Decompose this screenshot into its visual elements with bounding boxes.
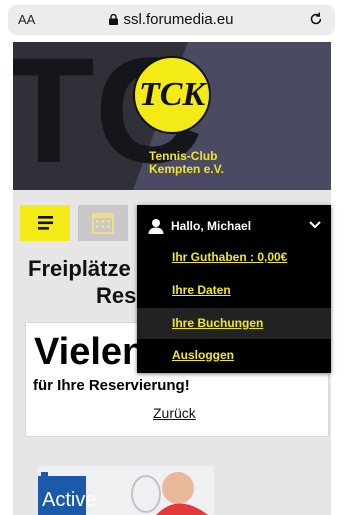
user-icon <box>148 219 164 234</box>
lock-icon <box>109 12 119 25</box>
chevron-down-icon <box>309 221 321 229</box>
menu-item-my-data[interactable]: Ihre Daten <box>137 275 331 306</box>
url-field[interactable]: AA ssl.forumedia.eu <box>8 5 335 35</box>
user-menu-toggle[interactable]: Hallo, Michael <box>137 205 331 245</box>
banner-text: Active <box>42 489 96 511</box>
club-logo[interactable]: TCK <box>132 55 212 135</box>
menu-item-my-bookings[interactable]: Ihre Buchungen <box>137 308 331 339</box>
reload-icon[interactable] <box>307 10 325 28</box>
logo-letters: TCK <box>139 76 207 113</box>
thanks-subtext: für Ihre Reservierung! <box>33 377 190 394</box>
menu-item-label: Ausloggen <box>172 348 234 362</box>
thanks-heading: Vielen <box>34 331 146 373</box>
menu-icon <box>38 216 53 230</box>
menu-item-logout[interactable]: Ausloggen <box>137 340 331 371</box>
promo-banner[interactable]: Active <box>38 466 214 515</box>
browser-address-bar: AA ssl.forumedia.eu <box>0 0 343 42</box>
club-name-line2: Kempten e.V. <box>149 162 224 176</box>
club-name: Tennis-Club Kempten e.V. <box>149 150 224 176</box>
calendar-button[interactable] <box>78 205 128 241</box>
url-display[interactable]: ssl.forumedia.eu <box>8 11 335 28</box>
menu-button[interactable] <box>20 205 70 241</box>
menu-item-label: Ihre Daten <box>172 283 231 297</box>
page-heading-line2: Res <box>96 283 137 308</box>
user-greeting: Hallo, Michael <box>171 219 252 233</box>
menu-item-label: Ihre Buchungen <box>172 316 264 330</box>
menu-item-balance[interactable]: Ihr Guthaben : 0,00€ <box>137 242 331 273</box>
site-header: TC TCK Tennis-Club Kempten e.V. <box>13 42 331 190</box>
menu-item-label: Ihr Guthaben : 0,00€ <box>172 250 288 264</box>
calendar-icon <box>92 213 114 234</box>
page-heading-line1: Freiplätze <box>28 256 131 281</box>
url-text: ssl.forumedia.eu <box>123 11 234 28</box>
back-link[interactable]: Zurück <box>153 405 196 421</box>
user-dropdown-menu: Hallo, Michael Ihr Guthaben : 0,00€ Ihre… <box>137 205 331 373</box>
